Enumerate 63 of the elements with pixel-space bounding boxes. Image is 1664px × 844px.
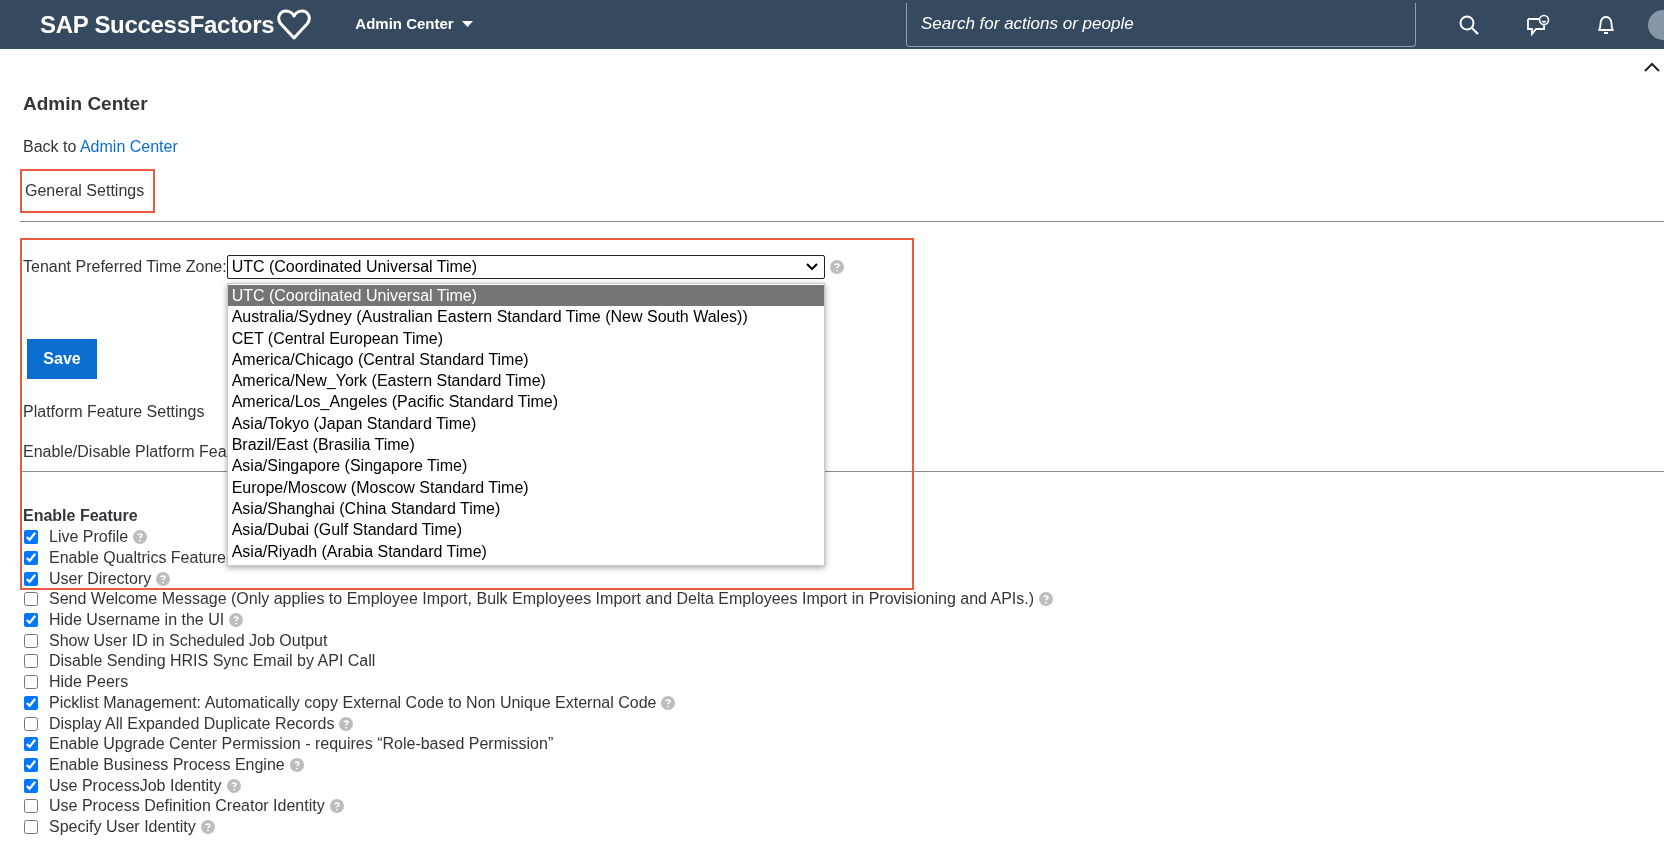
search-icon[interactable] bbox=[1458, 13, 1480, 36]
chat-icon[interactable] bbox=[1526, 13, 1550, 36]
back-text: Back to bbox=[23, 138, 77, 155]
feature-checkbox[interactable] bbox=[24, 654, 38, 669]
feature-checkbox[interactable] bbox=[24, 819, 38, 834]
dropdown-option[interactable]: Asia/Tokyo (Japan Standard Time) bbox=[227, 412, 824, 435]
feature-label: Hide Username in the UI bbox=[49, 610, 225, 631]
feature-checkbox[interactable] bbox=[24, 592, 38, 607]
feature-checkbox[interactable] bbox=[24, 613, 38, 628]
description-text: Enable/Disable Platform Fea bbox=[23, 442, 227, 462]
dropdown-option[interactable]: Brazil/East (Brasilia Time) bbox=[227, 434, 824, 456]
feature-checkbox[interactable] bbox=[24, 530, 38, 545]
feature-checkbox[interactable] bbox=[24, 737, 38, 752]
time-zone-label: Tenant Preferred Time Zone: bbox=[23, 257, 227, 277]
feature-checkbox[interactable] bbox=[24, 799, 38, 814]
feature-heading: Enable Feature bbox=[23, 506, 138, 526]
feature-checkbox[interactable] bbox=[24, 695, 38, 710]
admin-center-link[interactable]: Admin Center bbox=[79, 138, 178, 155]
logo-text: SAP SuccessFactors bbox=[40, 9, 275, 40]
feature-checkbox[interactable] bbox=[24, 633, 38, 648]
dropdown-option[interactable]: Asia/Dubai (Gulf Standard Time) bbox=[227, 519, 824, 541]
feature-label: Disable Sending HRIS Sync Email by API Call bbox=[49, 651, 376, 672]
caret-icon bbox=[461, 21, 473, 28]
feature-checkbox[interactable] bbox=[24, 778, 38, 793]
dropdown-option[interactable]: Asia/Riyadh (Arabia Standard Time) bbox=[227, 540, 824, 562]
time-zone-dropdown[interactable]: UTC (Coordinated Universal Time) bbox=[226, 255, 825, 279]
admin-center-menu[interactable]: Admin Center bbox=[355, 13, 473, 36]
feature-label: Show User ID in Scheduled Job Output bbox=[49, 630, 328, 651]
feature-checkbox[interactable] bbox=[24, 716, 38, 731]
section-heading: Platform Feature Settings bbox=[23, 402, 205, 422]
collapse-chevron-icon[interactable] bbox=[1644, 62, 1660, 72]
dropdown-option[interactable]: Asia/Shanghai (China Standard Time) bbox=[227, 497, 824, 520]
feature-label: Picklist Management: Automatically copy External Code to Non Unique External Code bbox=[49, 692, 657, 713]
search-field[interactable]: Search for actions or people bbox=[906, 2, 1416, 47]
page-title: Admin Center bbox=[23, 92, 148, 115]
dropdown-option[interactable]: CET (Central European Time) bbox=[227, 327, 824, 349]
feature-label: Enable Qualtrics Feature bbox=[49, 548, 226, 569]
feature-label: Display All Expanded Duplicate Records bbox=[49, 713, 335, 734]
feature-label: Use ProcessJob Identity bbox=[49, 775, 222, 796]
bell-icon[interactable] bbox=[1596, 13, 1616, 36]
feature-label: User Directory bbox=[49, 568, 152, 589]
heart-icon bbox=[277, 8, 312, 41]
dropdown-option[interactable]: America/New_York (Eastern Standard Time) bbox=[227, 370, 824, 392]
feature-label: Send Welcome Message (Only applies to Employee Import, Bulk Employees Import and Delta Employees Import in Provisioning and APIs.) bbox=[49, 589, 1035, 610]
dropdown-option[interactable]: UTC (Coordinated Universal Time) bbox=[227, 285, 824, 307]
chevron-down-icon bbox=[805, 263, 818, 271]
feature-label: Enable Business Process Engine bbox=[49, 754, 285, 775]
feature-label: Use Process Definition Creator Identity bbox=[49, 796, 325, 817]
feature-checkbox[interactable] bbox=[24, 757, 38, 772]
feature-label: Enable Upgrade Center Permission - requires “Role-based Permission” bbox=[49, 734, 554, 755]
feature-checkbox[interactable] bbox=[24, 551, 38, 566]
feature-label: Specify User Identity bbox=[49, 816, 196, 837]
section-title: General Settings bbox=[20, 169, 156, 213]
dropdown-option[interactable]: Australia/Sydney (Australian Eastern Standard Time (New South Wales)) bbox=[227, 306, 824, 328]
feature-label: Hide Peers bbox=[49, 672, 129, 693]
dropdown-option[interactable]: America/Los_Angeles (Pacific Standard Time) bbox=[227, 391, 824, 413]
dropdown-option[interactable]: Europe/Moscow (Moscow Standard Time) bbox=[227, 476, 824, 498]
dropdown-option[interactable]: Asia/Singapore (Singapore Time) bbox=[227, 455, 824, 477]
dropdown-option[interactable]: America/Chicago (Central Standard Time) bbox=[227, 348, 824, 371]
feature-checkbox[interactable] bbox=[24, 571, 38, 586]
feature-label: Live Profile bbox=[49, 527, 129, 548]
feature-checkbox[interactable] bbox=[24, 675, 38, 690]
save-button[interactable]: Save bbox=[27, 339, 97, 379]
